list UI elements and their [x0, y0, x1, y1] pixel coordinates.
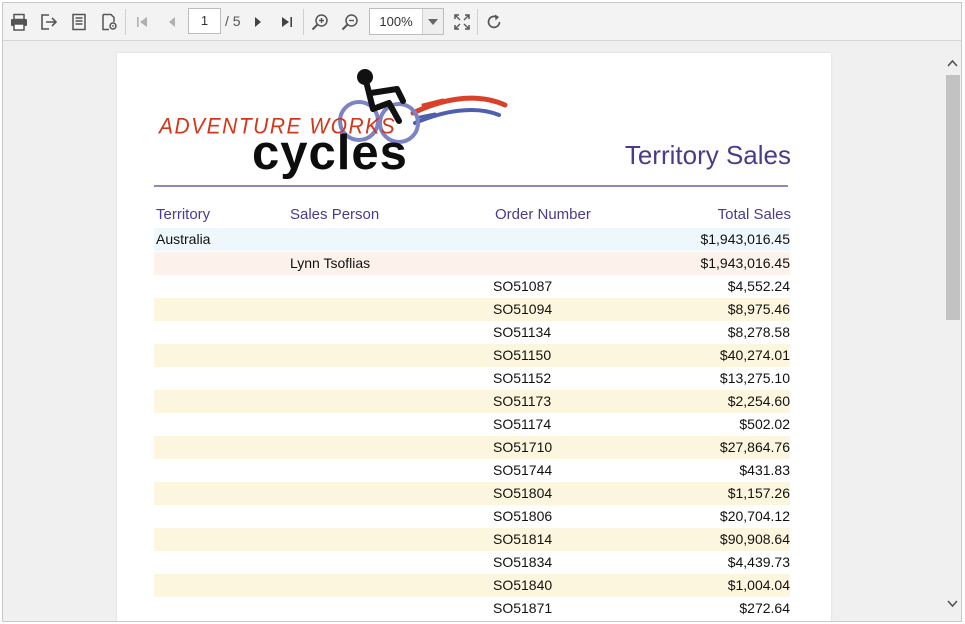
fit-page-icon[interactable] — [451, 10, 473, 34]
order-total: $431.83 — [739, 462, 790, 478]
order-total: $502.02 — [739, 416, 790, 432]
order-total: $1,157.26 — [727, 485, 790, 501]
page-number-input[interactable]: 1 — [188, 8, 221, 34]
order-total: $4,552.24 — [727, 278, 790, 294]
order-number: SO51710 — [493, 439, 553, 455]
order-number: SO51174 — [493, 416, 552, 432]
order-number: SO51173 — [493, 393, 552, 409]
order-number: SO51806 — [493, 508, 553, 524]
page-count: / 5 — [225, 13, 241, 29]
column-header-order-number: Order Number — [495, 206, 591, 223]
last-page-icon[interactable] — [276, 10, 298, 34]
order-number: SO51814 — [493, 531, 553, 547]
order-total: $2,254.60 — [727, 393, 790, 409]
chevron-up-icon[interactable] — [944, 54, 961, 71]
logo-word-text: cycles — [252, 126, 408, 180]
zoom-select[interactable]: 100% — [369, 8, 444, 35]
order-row: SO51840 $1,004.04 — [154, 574, 790, 597]
order-row: SO51834 $4,439.73 — [154, 551, 790, 574]
sales-person-total: $1,943,016.45 — [700, 255, 790, 271]
toolbar-divider — [125, 9, 126, 35]
refresh-icon[interactable] — [483, 10, 505, 34]
previous-page-icon[interactable] — [161, 10, 183, 34]
toolbar-divider — [477, 9, 478, 35]
order-total: $8,278.58 — [727, 324, 790, 340]
order-row: SO51087 $4,552.24 — [154, 275, 790, 298]
report-title: Territory Sales — [624, 140, 791, 170]
page-setup-icon[interactable] — [98, 10, 120, 34]
vertical-scrollbar[interactable] — [944, 42, 961, 621]
order-total: $90,908.64 — [719, 531, 790, 547]
report-viewer: 1 / 5 100% ADVENTURE WORKS cycles Territ… — [2, 2, 962, 622]
territory-name: Australia — [156, 231, 211, 247]
scrollbar-thumb[interactable] — [946, 75, 960, 320]
report-canvas[interactable]: ADVENTURE WORKS cycles Territory Sales T… — [3, 42, 944, 621]
order-row: SO51871 $272.64 — [154, 597, 790, 620]
order-total: $272.64 — [739, 600, 790, 616]
first-page-icon[interactable] — [131, 10, 153, 34]
order-number: SO51744 — [493, 462, 553, 478]
document-map-icon[interactable] — [68, 10, 90, 34]
order-total: $8,975.46 — [727, 301, 790, 317]
toolbar-divider — [303, 9, 304, 35]
column-header-territory: Territory — [156, 206, 211, 223]
order-number: SO51150 — [493, 347, 552, 363]
order-number: SO51134 — [493, 324, 552, 340]
adventure-works-logo: ADVENTURE WORKS cycles — [153, 65, 513, 180]
order-row: SO51174 $502.02 — [154, 413, 790, 436]
order-number: SO51871 — [493, 600, 553, 616]
order-row: SO51173 $2,254.60 — [154, 390, 790, 413]
territory-total: $1,943,016.45 — [700, 231, 790, 247]
order-total: $20,704.12 — [719, 508, 790, 524]
zoom-out-icon[interactable] — [339, 10, 361, 34]
order-number: SO51094 — [493, 301, 553, 317]
order-total: $13,275.10 — [719, 370, 790, 386]
order-row: SO51152 $13,275.10 — [154, 367, 790, 390]
column-header-sales-person: Sales Person — [290, 206, 380, 223]
chevron-down-icon[interactable] — [944, 595, 961, 612]
order-number: SO51087 — [493, 278, 553, 294]
order-total: $1,004.04 — [727, 577, 790, 593]
next-page-icon[interactable] — [247, 10, 269, 34]
order-row: SO51806 $20,704.12 — [154, 505, 790, 528]
report-page: ADVENTURE WORKS cycles Territory Sales T… — [117, 53, 831, 621]
order-total: $4,439.73 — [727, 554, 790, 570]
printer-icon[interactable] — [8, 10, 30, 34]
order-total: $40,274.01 — [719, 347, 790, 363]
sales-person-group-row[interactable]: Lynn Tsoflias $1,943,016.45 — [154, 252, 790, 275]
column-header-total-sales: Total Sales — [717, 206, 791, 223]
order-total: $27,864.76 — [719, 439, 790, 455]
order-number: SO51834 — [493, 554, 553, 570]
order-row: SO51814 $90,908.64 — [154, 528, 790, 551]
order-row: SO51094 $8,975.46 — [154, 298, 790, 321]
order-row: SO51710 $27,864.76 — [154, 436, 790, 459]
territory-group-row[interactable]: Australia $1,943,016.45 — [154, 228, 790, 251]
zoom-in-icon[interactable] — [309, 10, 331, 34]
order-row: SO51150 $40,274.01 — [154, 344, 790, 367]
export-icon[interactable] — [38, 10, 60, 34]
order-number: SO51152 — [493, 370, 552, 386]
order-row: SO51804 $1,157.26 — [154, 482, 790, 505]
order-row: SO51134 $8,278.58 — [154, 321, 790, 344]
order-number: SO51840 — [493, 577, 553, 593]
title-divider — [154, 185, 788, 187]
order-row: SO51744 $431.83 — [154, 459, 790, 482]
toolbar: 1 / 5 100% — [3, 3, 961, 41]
chevron-down-icon[interactable] — [422, 9, 443, 34]
sales-person-name: Lynn Tsoflias — [290, 255, 371, 271]
order-number: SO51804 — [493, 485, 553, 501]
zoom-value: 100% — [379, 14, 413, 29]
